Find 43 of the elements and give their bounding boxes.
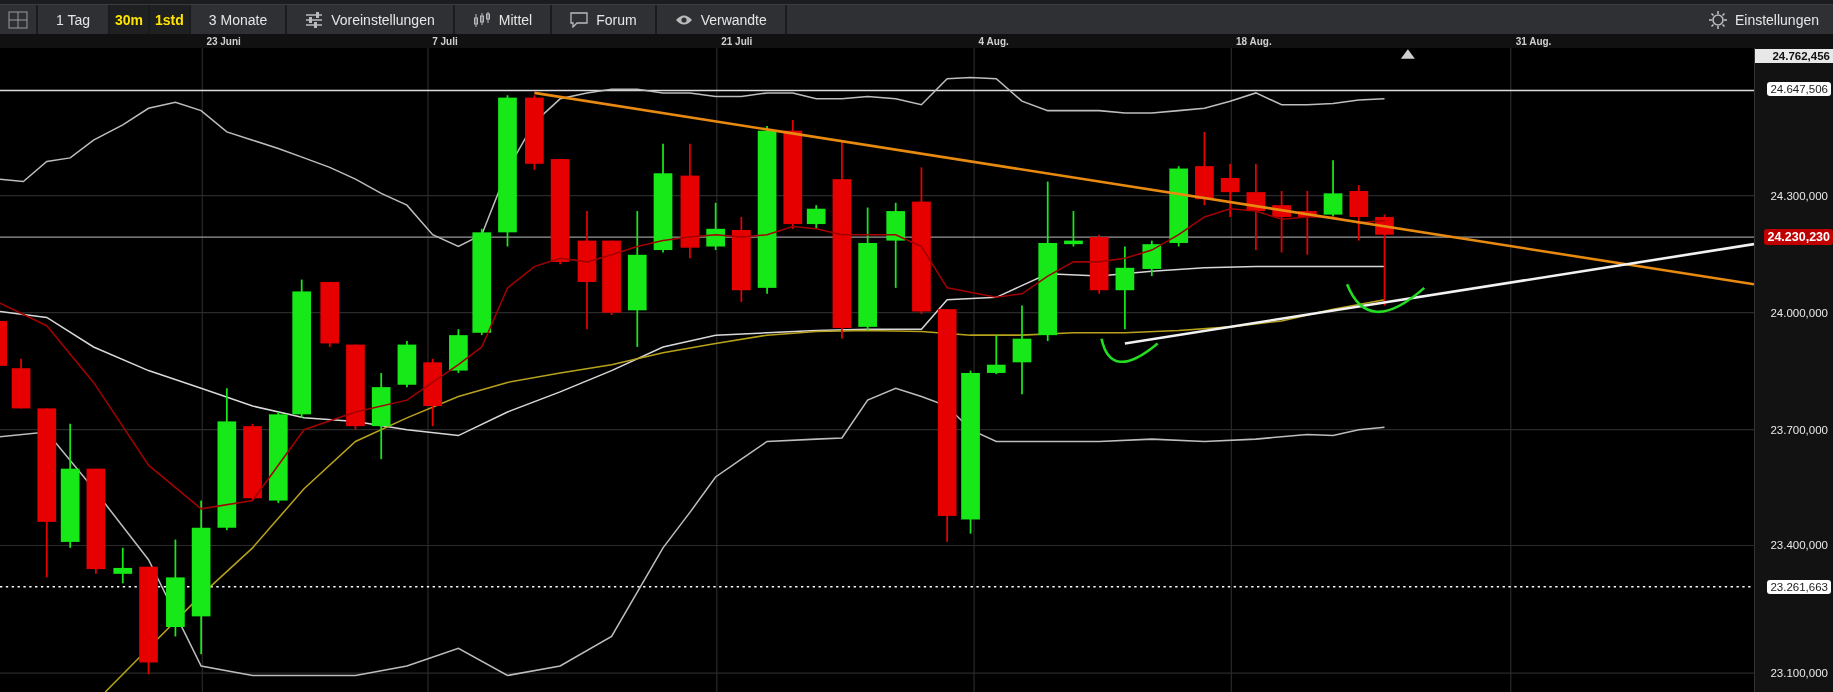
eye-icon — [674, 13, 693, 26]
candlestick — [1220, 162, 1240, 218]
axis-label: 24.000,000 — [1769, 305, 1829, 320]
axis-label: 24.300,000 — [1769, 188, 1829, 203]
price-tag: 23.261,663 — [1767, 579, 1831, 594]
date-label: 31 Aug. — [1515, 35, 1552, 48]
chat-bubble-icon — [570, 11, 589, 28]
date-label: 23 Juni — [206, 35, 241, 48]
price-tag: 24.647,506 — [1767, 82, 1831, 97]
toolbar-button[interactable]: 1std — [150, 5, 191, 34]
candlestick — [1089, 233, 1109, 295]
date-label: 7 Juli — [432, 35, 458, 48]
hand-drawn-curve — [1100, 338, 1159, 363]
date-label: 21 Juli — [721, 35, 753, 48]
date-label: 4 Aug. — [978, 35, 1009, 48]
candlestick — [1064, 210, 1083, 248]
candlestick — [986, 334, 1006, 375]
candlestick — [1349, 184, 1369, 242]
sliders-icon — [305, 11, 324, 28]
candlestick — [806, 204, 826, 230]
axis-label: 23.100,000 — [1769, 666, 1829, 681]
candlestick — [1323, 159, 1343, 218]
candlestick-icon — [472, 11, 491, 28]
layout-icon — [8, 10, 28, 29]
price-tag: 24.762,456 — [1755, 49, 1833, 64]
date-label: 18 Aug. — [1236, 35, 1272, 48]
candlestick — [397, 340, 417, 388]
candlestick — [0, 320, 7, 366]
candlestick — [11, 357, 31, 410]
axis-label: 23.700,000 — [1769, 422, 1829, 437]
candlestick — [1272, 190, 1291, 254]
candlestick — [423, 357, 442, 427]
candlestick — [320, 281, 340, 348]
triangle-marker-icon — [1400, 49, 1415, 59]
settings-icon — [1708, 10, 1727, 29]
toolbar-button[interactable]: 30m — [110, 5, 151, 34]
candlestick — [113, 546, 133, 585]
candlestick — [1142, 239, 1162, 277]
candlestick — [449, 328, 468, 374]
candlestick — [1297, 190, 1317, 256]
candlestick — [706, 201, 725, 251]
axis-label: 23.400,000 — [1769, 538, 1829, 553]
price-tag: 24.230,230 — [1764, 229, 1833, 246]
